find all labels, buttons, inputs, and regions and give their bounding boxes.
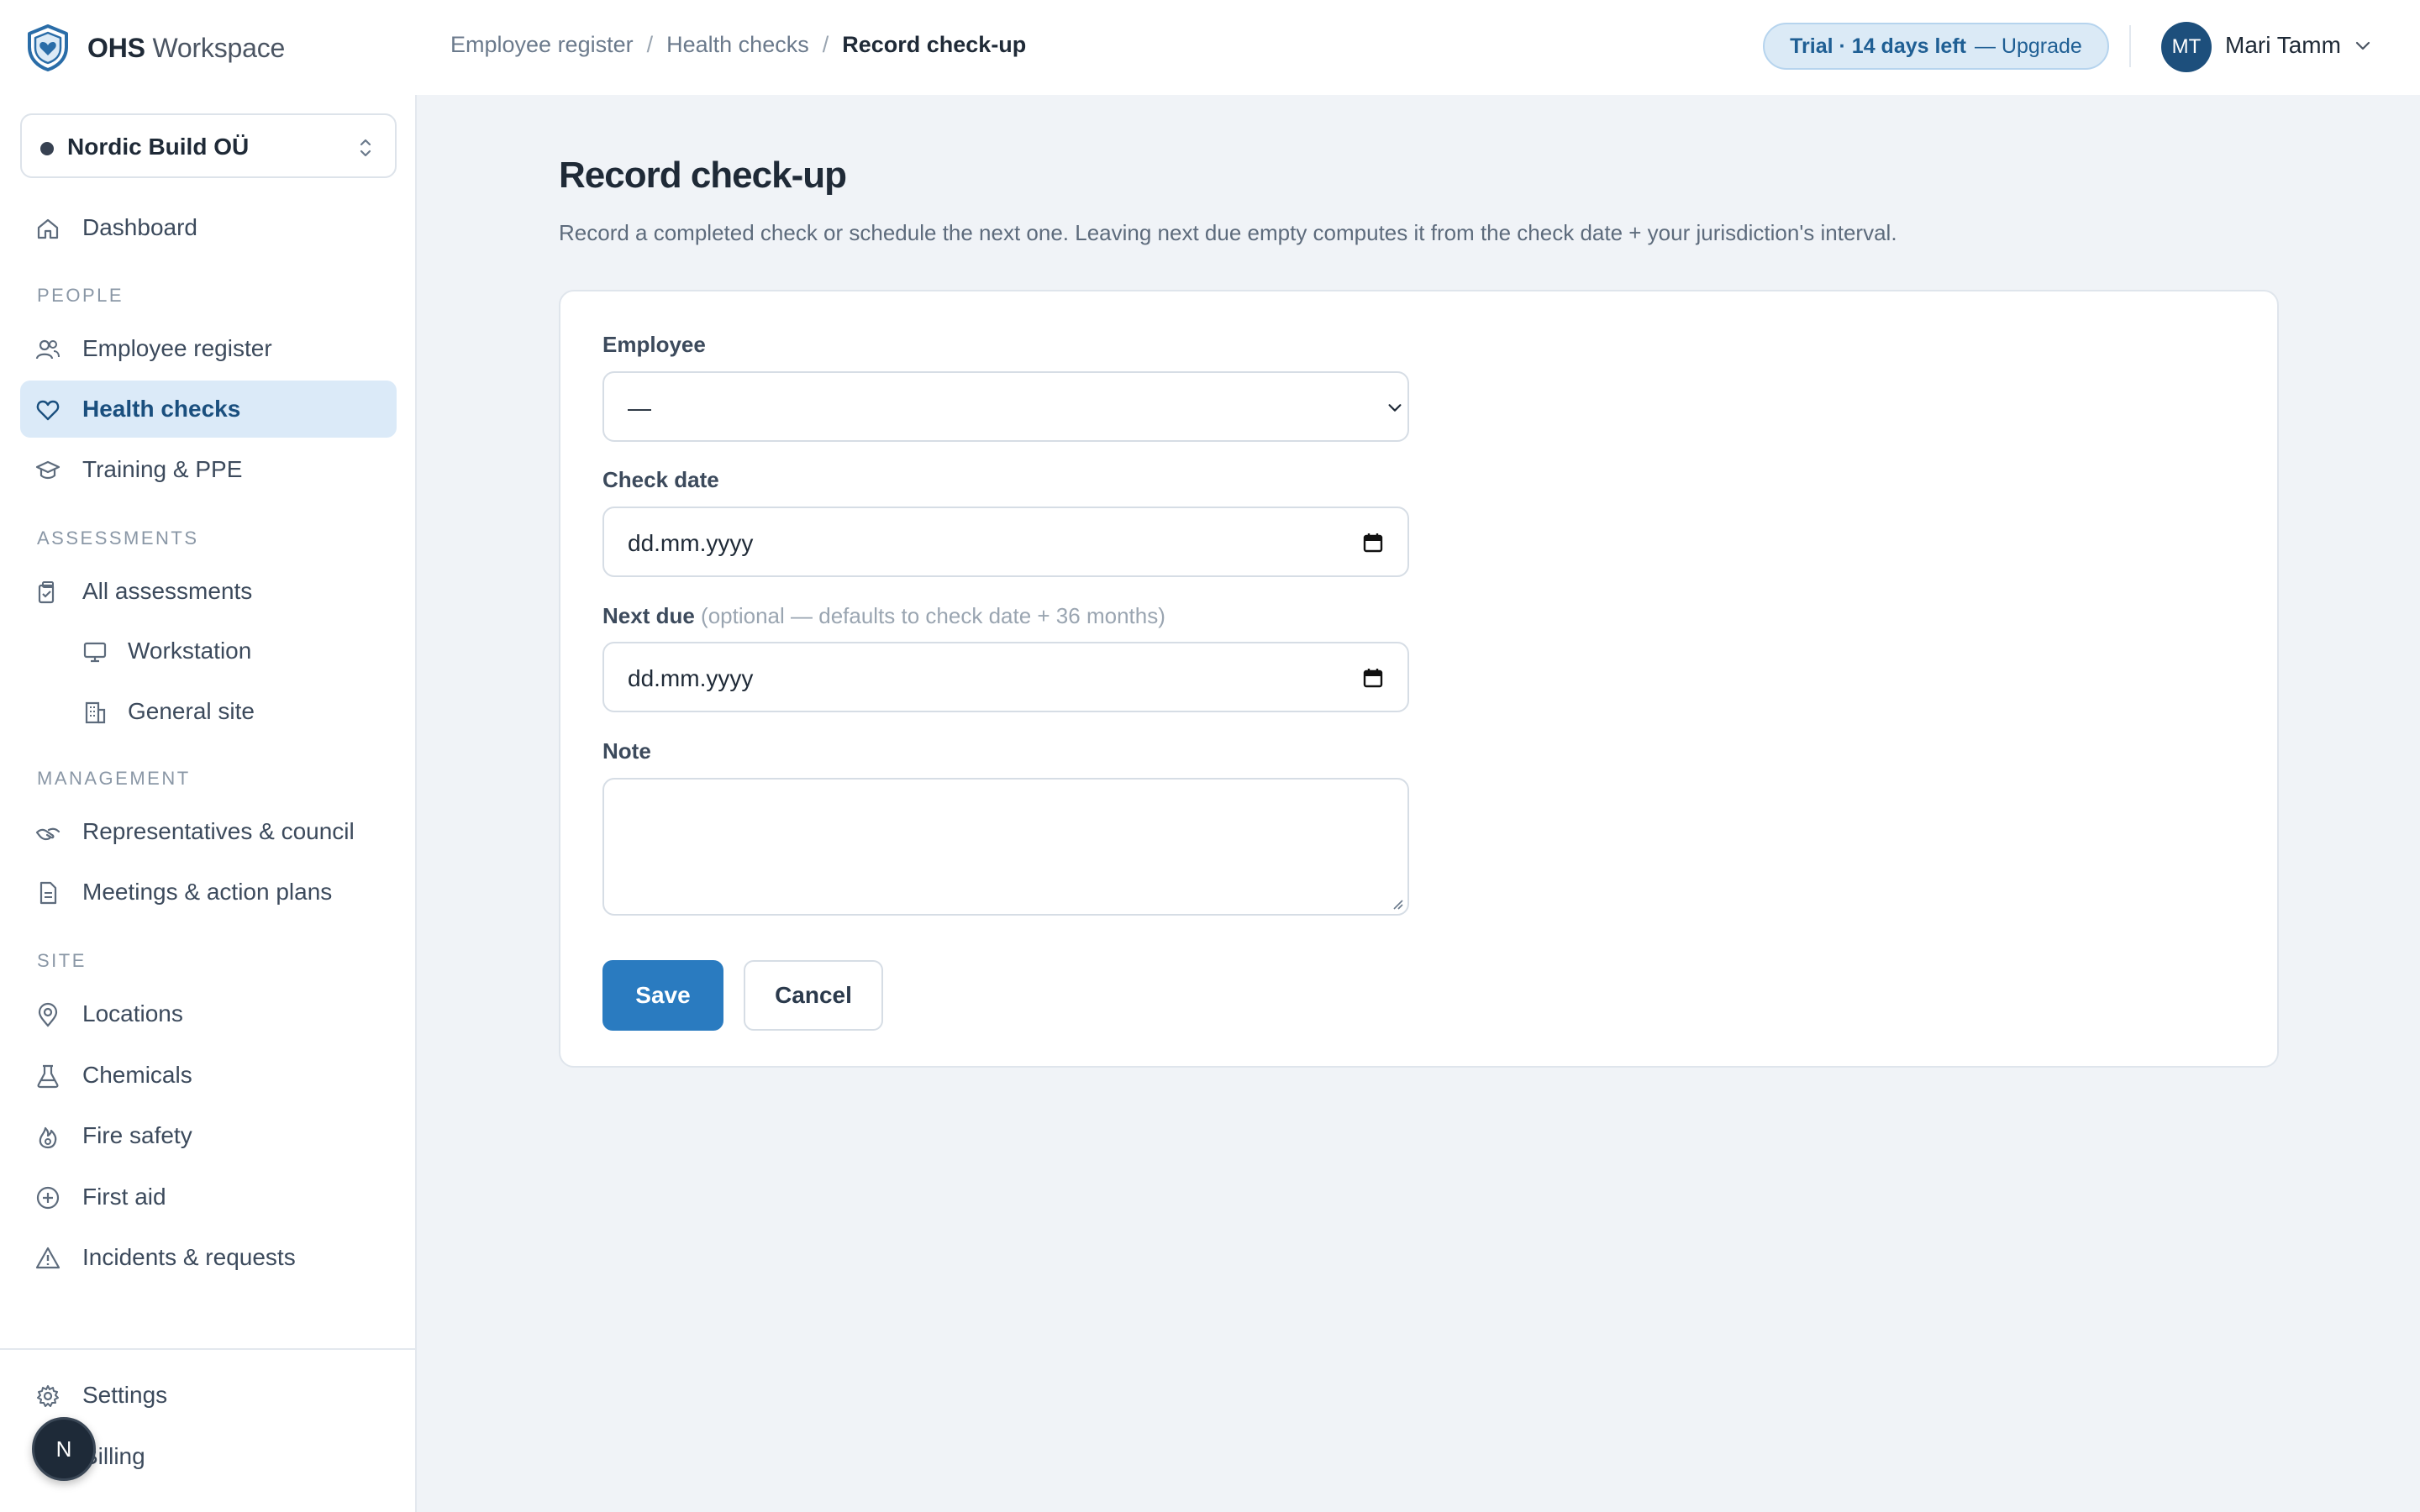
org-name: Nordic Build OÜ [67,134,250,160]
sidebar-item-dashboard[interactable]: Dashboard [20,199,397,256]
warning-triangle-icon [35,1247,60,1269]
resize-handle-icon[interactable] [1391,897,1404,911]
chevron-down-icon [1388,404,1402,412]
sidebar-item-label: General site [128,698,255,724]
sidebar-divider [0,1348,415,1350]
trial-label: Trial · 14 days left [1790,34,1966,58]
sidebar-item-label: All assessments [82,578,253,604]
section-management: MANAGEMENT [37,768,191,789]
document-icon [39,881,57,905]
sidebar-item-label: Locations [82,1000,183,1026]
floating-dev-button[interactable]: N [32,1417,96,1481]
sidebar-item-training-ppe[interactable]: Training & PPE [20,441,397,498]
checkup-form-card: Employee — Check date dd.mm.yyyy Next du… [559,290,2279,1068]
next-due-value: dd.mm.yyyy [628,665,754,691]
clipboard-check-icon [38,581,55,604]
breadcrumb-current: Record check-up [842,32,1027,57]
sidebar-item-label: Dashboard [82,214,197,240]
page-title: Record check-up [559,155,847,196]
user-name[interactable]: Mari Tamm [2225,32,2341,59]
sidebar-item-label: Chemicals [82,1062,192,1088]
sidebar-item-label: Settings [82,1382,168,1408]
brand[interactable]: OHS Workspace [25,24,285,72]
top-header: OHS Workspace Employee register / Health… [0,0,2420,95]
section-people: PEOPLE [37,285,124,306]
breadcrumb-employee-register[interactable]: Employee register [450,32,634,58]
monitor-icon [83,642,107,663]
sidebar-item-settings[interactable]: Settings [20,1367,397,1424]
sidebar-item-employee-register[interactable]: Employee register [20,320,397,377]
employee-select-value: — [628,395,651,421]
sidebar-item-first-aid[interactable]: First aid [20,1168,397,1226]
breadcrumb: Employee register / Health checks / Reco… [450,32,1026,58]
sidebar-item-locations[interactable]: Locations [20,985,397,1042]
org-status-dot [40,142,54,155]
cancel-button[interactable]: Cancel [744,960,883,1031]
home-icon [37,218,59,239]
calendar-icon[interactable] [1362,532,1384,554]
employee-label: Employee [602,332,706,357]
sidebar-item-health-checks[interactable]: Health checks [20,381,397,438]
trial-upgrade-badge[interactable]: Trial · 14 days left — Upgrade [1763,23,2109,70]
graduation-cap-icon [35,460,60,480]
section-assessments: ASSESSMENTS [37,528,199,549]
sidebar-item-label: Incidents & requests [82,1244,296,1270]
save-button[interactable]: Save [602,960,723,1031]
sidebar-item-chemicals[interactable]: Chemicals [20,1047,397,1104]
sidebar-item-label: Employee register [82,335,272,361]
check-date-label: Check date [602,467,719,492]
plus-circle-icon [36,1186,60,1210]
check-date-input[interactable]: dd.mm.yyyy [602,507,1409,577]
calendar-icon[interactable] [1362,667,1384,689]
sidebar-item-label: Meetings & action plans [82,879,333,905]
sidebar-item-workstation[interactable]: Workstation [20,622,397,680]
breadcrumb-health-checks[interactable]: Health checks [666,32,809,58]
sidebar-item-label: Health checks [82,396,241,422]
sidebar-item-label: First aid [82,1184,166,1210]
check-date-value: dd.mm.yyyy [628,530,754,556]
header-divider [2129,25,2131,67]
sidebar-item-label: Fire safety [82,1122,192,1148]
upgrade-link[interactable]: — Upgrade [1975,34,2082,59]
handshake-icon [35,827,60,841]
heart-icon [36,400,60,421]
employee-select[interactable]: — [602,371,1409,442]
brand-name: OHS Workspace [87,32,286,63]
chevron-down-icon[interactable] [2353,35,2373,55]
sidebar-item-label: Representatives & council [82,818,355,844]
building-icon [85,701,106,724]
note-label: Note [602,738,651,764]
breadcrumb-separator: / [646,32,654,57]
flask-icon [37,1064,59,1089]
next-due-hint: (optional — defaults to check date + 36 … [701,603,1165,628]
shield-heart-icon [28,24,68,71]
sidebar-item-meetings[interactable]: Meetings & action plans [20,864,397,921]
users-icon [35,339,60,360]
flame-icon [39,1126,57,1149]
note-textarea[interactable] [602,778,1409,916]
sidebar-item-incidents[interactable]: Incidents & requests [20,1229,397,1286]
section-site: SITE [37,950,87,971]
sidebar-item-all-assessments[interactable]: All assessments [20,563,397,620]
next-due-label: Next due (optional — defaults to check d… [602,603,1165,629]
page-description: Record a completed check or schedule the… [559,220,1897,245]
breadcrumb-separator: / [822,32,829,57]
sidebar-item-representatives[interactable]: Representatives & council [20,803,397,860]
chevron-up-down-icon [360,139,371,157]
sidebar-item-general-site[interactable]: General site [20,683,397,740]
avatar[interactable]: MT [2161,22,2212,72]
sidebar-item-label: Workstation [128,638,252,664]
map-pin-icon [38,1002,58,1027]
sidebar-item-label: Training & PPE [82,456,243,482]
sidebar: Nordic Build OÜ Dashboard PEOPLE Employe… [0,95,417,1512]
sidebar-item-fire-safety[interactable]: Fire safety [20,1107,397,1164]
gear-icon [37,1385,59,1407]
next-due-input[interactable]: dd.mm.yyyy [602,642,1409,712]
org-switcher[interactable]: Nordic Build OÜ [20,113,397,178]
next-due-label-text: Next due [602,603,695,628]
